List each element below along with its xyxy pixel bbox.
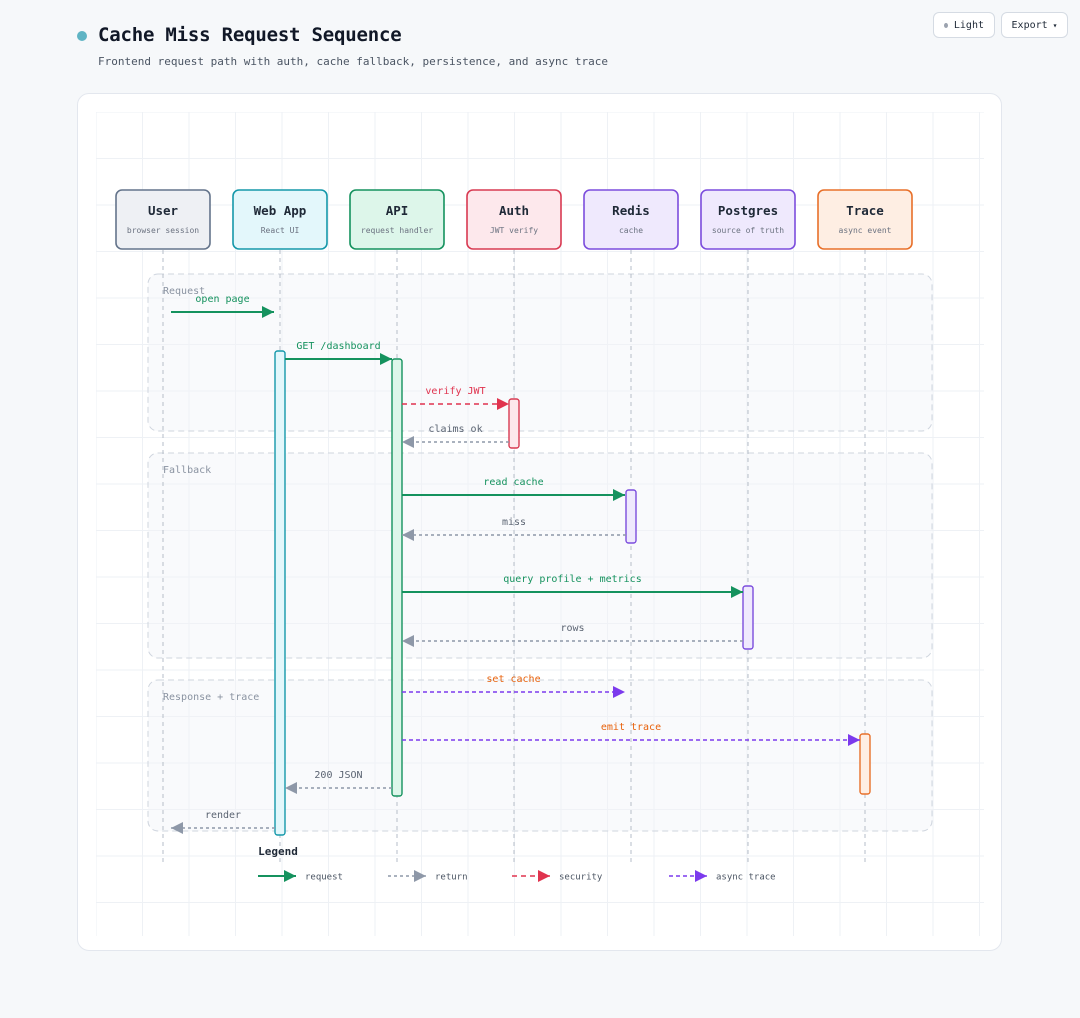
activation-bar-auth <box>508 398 520 449</box>
participant-name: Postgres <box>718 203 778 218</box>
participant-description: browser session <box>127 226 199 235</box>
message-label: miss <box>502 517 526 528</box>
message-label: verify JWT <box>425 386 485 397</box>
legend-item-async: async trace <box>669 870 776 883</box>
participant-name: Redis <box>612 203 650 218</box>
participant-name: Web App <box>254 203 307 218</box>
activation-bar-api <box>391 358 403 797</box>
participant-api[interactable]: API request handler <box>349 189 445 250</box>
activation-bar-postgres <box>742 585 754 650</box>
participant-name: Trace <box>846 203 884 218</box>
activation-bar-redis <box>625 489 637 544</box>
legend-item-label: request <box>305 873 343 883</box>
message-label: render <box>205 810 241 821</box>
legend-item-label: return <box>435 873 468 883</box>
activation-bar-webapp <box>274 350 286 836</box>
group-frame: Request <box>147 273 933 432</box>
group-label: Fallback <box>163 465 211 476</box>
participant-webapp[interactable]: Web App React UI <box>232 189 328 250</box>
activation-bar-trace <box>859 733 871 795</box>
group-frame: Response + trace <box>147 679 933 832</box>
legend-item-security: security <box>512 870 603 883</box>
participant-user[interactable]: User browser session <box>115 189 211 250</box>
participant-description: cache <box>619 226 643 235</box>
participant-description: async event <box>839 226 892 235</box>
message-label: query profile + metrics <box>503 574 641 585</box>
participant-auth[interactable]: Auth JWT verify <box>466 189 562 250</box>
participant-name: API <box>386 203 409 218</box>
legend-item-request: request <box>258 870 343 883</box>
participant-name: Auth <box>499 203 529 218</box>
participant-name: User <box>148 203 179 218</box>
message-label: read cache <box>483 477 543 488</box>
legend-item-return: return <box>388 870 468 883</box>
message-label: GET /dashboard <box>296 341 380 352</box>
participant-description: JWT verify <box>490 226 538 235</box>
participant-description: source of truth <box>712 226 784 235</box>
participant-redis[interactable]: Redis cache <box>583 189 679 250</box>
group-label: Response + trace <box>163 692 259 703</box>
sequence-diagram: Request Fallback Response + trace User brows… <box>96 112 984 936</box>
message-label: rows <box>560 623 584 634</box>
participant-description: React UI <box>261 226 300 235</box>
legend-title: Legend <box>258 845 298 858</box>
legend-item-label: security <box>559 873 603 883</box>
legend: Legend request return security async trace <box>258 845 776 883</box>
participant-description: request handler <box>361 226 433 235</box>
message-label: emit trace <box>601 722 661 733</box>
legend-item-label: async trace <box>716 873 776 883</box>
message-label: set cache <box>486 674 540 685</box>
message-label: 200 JSON <box>314 770 362 781</box>
participant-trace[interactable]: Trace async event <box>817 189 913 250</box>
message-label: claims ok <box>428 424 482 435</box>
participant-postgres[interactable]: Postgres source of truth <box>700 189 796 250</box>
message-label: open page <box>195 294 249 305</box>
